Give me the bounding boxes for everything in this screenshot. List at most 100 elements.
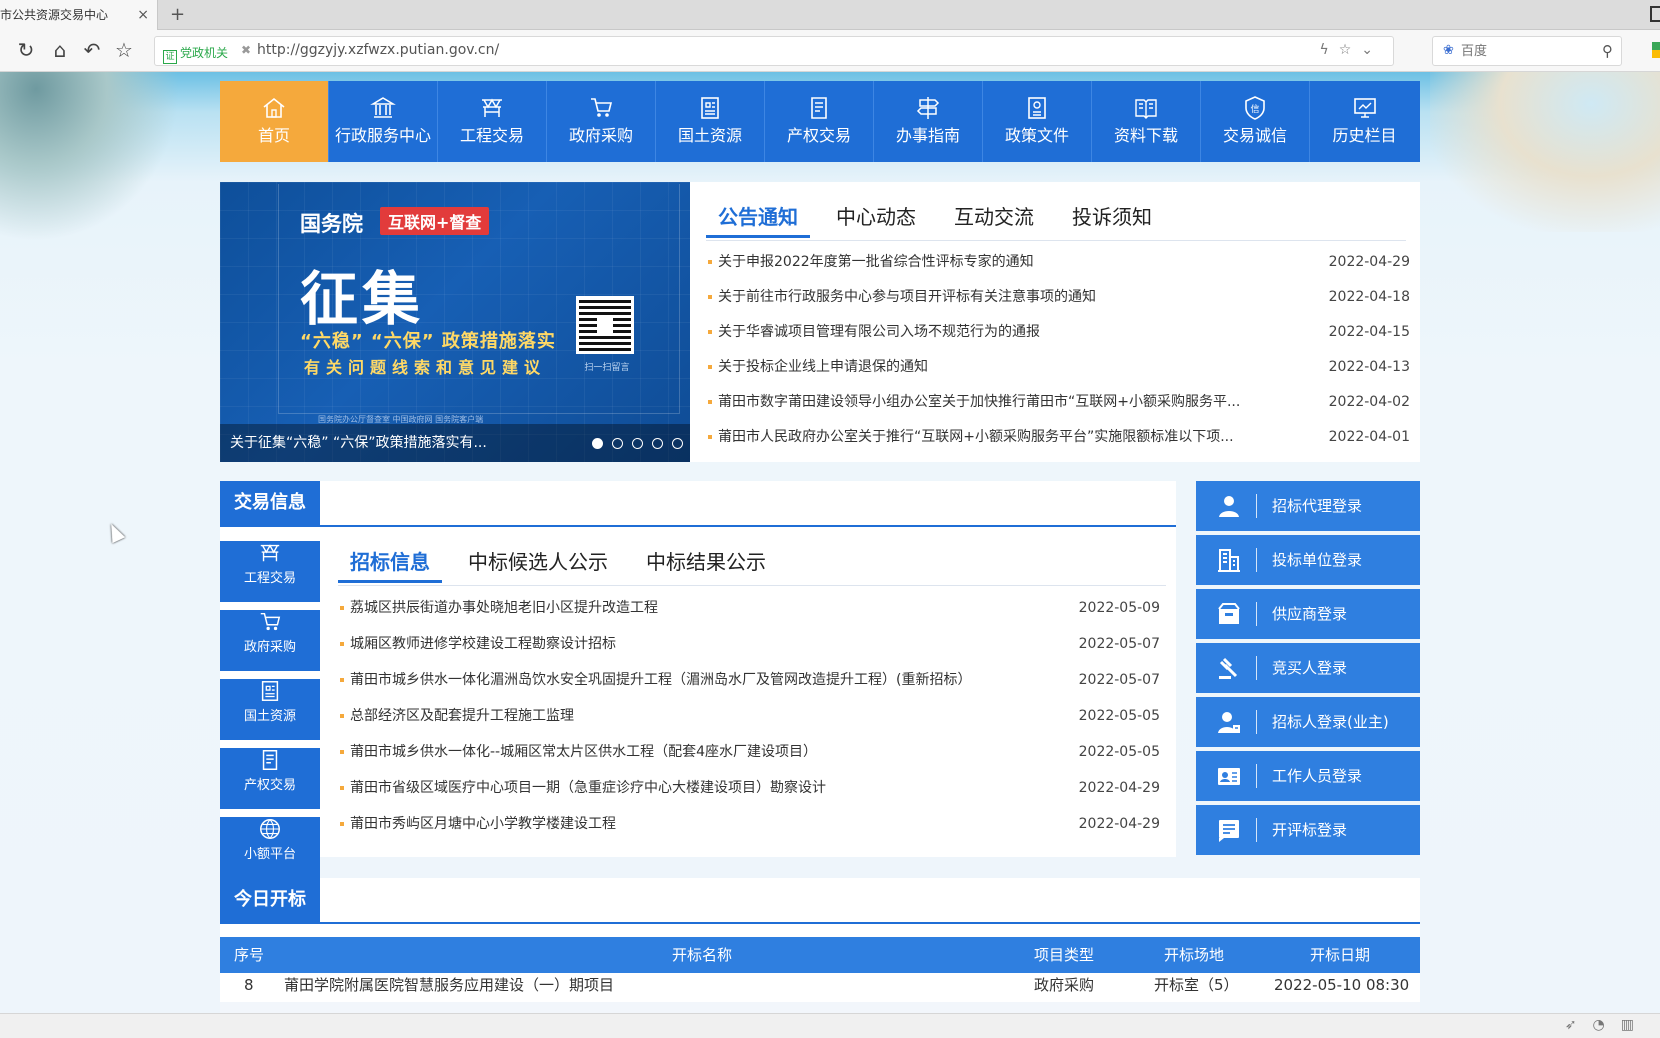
tab-notice-tabs-3[interactable]: 投诉须知: [1060, 196, 1164, 238]
item-title[interactable]: 莆田市省级区域医疗中心项目一期（急重症诊疗中心大楼建设项目）勘察设计: [350, 780, 826, 796]
list-item[interactable]: 莆田市人民政府办公室关于推行“互联网+小额采购服务平台”实施限额标准以下项...…: [708, 420, 1410, 455]
login-label: 投标单位登录: [1272, 551, 1363, 569]
home-nav-icon[interactable]: ⌂: [48, 38, 72, 62]
cell-name[interactable]: 莆田学院附属医院智慧服务应用建设（一）期项目: [284, 972, 614, 998]
tab-notice-tabs-1[interactable]: 中心动态: [824, 196, 928, 238]
search-icon[interactable]: ⚲: [1602, 42, 1613, 60]
agent-icon: [1219, 496, 1239, 517]
rocket-icon[interactable]: ➶: [1565, 1017, 1593, 1033]
staff-card-icon: [1218, 768, 1240, 785]
login-button-0[interactable]: 招标代理登录: [1196, 481, 1420, 531]
carousel-dot[interactable]: [652, 438, 663, 449]
list-item[interactable]: 关于华睿诚项目管理有限公司入场不规范行为的通报 2022-04-15: [708, 315, 1410, 350]
nav-item-9[interactable]: 信交易诚信: [1201, 81, 1310, 162]
item-title[interactable]: 莆田市城乡供水一体化--城厢区常太片区供水工程（配套4座水厂建设项目）: [350, 744, 817, 760]
carousel-dot[interactable]: [592, 438, 603, 449]
login-label: 供应商登录: [1272, 605, 1348, 623]
undo-icon[interactable]: ↶: [80, 38, 104, 62]
banner-org: 国务院: [300, 212, 363, 236]
favorite-icon[interactable]: ☆: [1339, 42, 1362, 58]
ad-block-icon[interactable]: ✖: [241, 43, 251, 57]
nav-item-8[interactable]: 资料下载: [1092, 81, 1201, 162]
browser-tab[interactable]: 市公共资源交易中心 ×: [0, 0, 158, 30]
item-title[interactable]: 莆田市人民政府办公室关于推行“互联网+小额采购服务平台”实施限额标准以下项...: [718, 429, 1234, 445]
list-item[interactable]: 荔城区拱辰街道办事处晓旭老旧小区提升改造工程 2022-05-09: [340, 590, 1160, 626]
tab-trade-tabs-1[interactable]: 中标候选人公示: [456, 541, 620, 583]
close-tab-icon[interactable]: ×: [137, 0, 149, 30]
search-input[interactable]: [1461, 42, 1591, 60]
refresh-icon[interactable]: ↻: [14, 38, 38, 62]
side-item-1[interactable]: 政府采购: [220, 610, 320, 671]
nav-item-4[interactable]: 国土资源: [656, 81, 765, 162]
carousel-dot[interactable]: [632, 438, 643, 449]
item-title[interactable]: 荔城区拱辰街道办事处晓旭老旧小区提升改造工程: [350, 600, 658, 616]
nav-item-5[interactable]: 产权交易: [765, 81, 874, 162]
item-title[interactable]: 关于前往市行政服务中心参与项目开评标有关注意事项的通知: [718, 289, 1096, 305]
carousel-dot[interactable]: [672, 438, 683, 449]
nav-label: 工程交易: [459, 126, 524, 145]
list-item[interactable]: 关于申报2022年度第一批省综合性评标专家的通知 2022-04-29: [708, 245, 1410, 280]
item-title[interactable]: 关于投标企业线上申请退保的通知: [718, 359, 928, 375]
monitor-icon: [1353, 98, 1376, 118]
new-tab-icon[interactable]: +: [170, 4, 185, 25]
tab-trade-tabs-2[interactable]: 中标结果公示: [634, 541, 778, 583]
list-item[interactable]: 莆田市数字莆田建设领导小组办公室关于加快推行莆田市“互联网+小额采购服务平...…: [708, 385, 1410, 420]
item-title[interactable]: 城厢区教师进修学校建设工程勘察设计招标: [350, 636, 616, 652]
bookmark-star-icon[interactable]: ☆: [112, 38, 136, 62]
search-box[interactable]: ❀ ⚲: [1432, 36, 1622, 66]
window-edge-icon[interactable]: [1650, 6, 1660, 22]
table-row[interactable]: [220, 1002, 1420, 1013]
list-item[interactable]: 关于投标企业线上申请退保的通知 2022-04-13: [708, 350, 1410, 385]
login-button-5[interactable]: 工作人员登录: [1196, 751, 1420, 801]
tab-trade-tabs-0[interactable]: 招标信息: [338, 541, 442, 583]
chevron-down-icon[interactable]: ⌄: [1361, 42, 1383, 58]
login-label: 招标人登录(业主): [1272, 713, 1389, 731]
nav-item-6[interactable]: 办事指南: [874, 81, 983, 162]
speed-icon[interactable]: ◔: [1593, 1017, 1621, 1033]
item-title[interactable]: 莆田市秀屿区月塘中心小学教学楼建设工程: [350, 816, 616, 832]
side-item-4[interactable]: 小额平台: [220, 817, 320, 878]
login-label: 竞买人登录: [1272, 659, 1348, 677]
nav-item-1[interactable]: 行政服务中心: [329, 81, 438, 162]
nav-item-7[interactable]: 政策文件: [983, 81, 1092, 162]
list-item[interactable]: 莆田市省级区域医疗中心项目一期（急重症诊疗中心大楼建设项目）勘察设计 2022-0…: [340, 770, 1160, 806]
tab-notice-tabs-0[interactable]: 公告通知: [706, 196, 810, 238]
col-header: 开标名称: [672, 946, 733, 964]
list-item[interactable]: 总部经济区及配套提升工程施工监理 2022-05-05: [340, 698, 1160, 734]
list-item[interactable]: 城厢区教师进修学校建设工程勘察设计招标 2022-05-07: [340, 626, 1160, 662]
banner-carousel[interactable]: 国务院 互联网+督查 征集 “六稳” “六保” 政策措施落实 有关问题线索和意见…: [220, 182, 690, 462]
login-button-2[interactable]: 供应商登录: [1196, 589, 1420, 639]
nav-item-10[interactable]: 历史栏目: [1310, 81, 1419, 162]
item-title[interactable]: 莆田市城乡供水一体化湄洲岛饮水安全巩固提升工程（湄洲岛水厂及管网改造提升工程）(…: [350, 672, 971, 688]
url-text[interactable]: http://ggzyjy.xzfwzx.putian.gov.cn/: [257, 42, 499, 58]
address-bar[interactable]: 证党政机关 ✖ http://ggzyjy.xzfwzx.putian.gov.…: [154, 36, 1394, 66]
table-row[interactable]: 8 莆田学院附属医院智慧服务应用建设（一）期项目 政府采购 开标室（5） 202…: [220, 972, 1420, 1002]
tab-notice-tabs-2[interactable]: 互动交流: [942, 196, 1046, 238]
item-title[interactable]: 关于申报2022年度第一批省综合性评标专家的通知: [718, 254, 1034, 270]
side-item-3[interactable]: 产权交易: [220, 748, 320, 809]
item-title[interactable]: 莆田市数字莆田建设领导小组办公室关于加快推行莆田市“互联网+小额采购服务平...: [718, 394, 1240, 410]
extension-icon[interactable]: [1652, 42, 1660, 58]
list-item[interactable]: 莆田市秀屿区月塘中心小学教学楼建设工程 2022-04-29: [340, 806, 1160, 842]
nav-item-0[interactable]: 首页: [220, 81, 329, 162]
side-item-0[interactable]: 工程交易: [220, 541, 320, 602]
nav-item-3[interactable]: 政府采购: [547, 81, 656, 162]
item-title[interactable]: 总部经济区及配套提升工程施工监理: [350, 708, 574, 724]
login-button-4[interactable]: 招标人登录(业主): [1196, 697, 1420, 747]
item-title[interactable]: 关于华睿诚项目管理有限公司入场不规范行为的通报: [718, 324, 1040, 340]
login-button-3[interactable]: 竞买人登录: [1196, 643, 1420, 693]
list-item[interactable]: 莆田市城乡供水一体化--城厢区常太片区供水工程（配套4座水厂建设项目） 2022-…: [340, 734, 1160, 770]
login-button-1[interactable]: 投标单位登录: [1196, 535, 1420, 585]
lightning-icon[interactable]: ϟ: [1319, 42, 1338, 58]
banner-tag: 互联网+督查: [380, 207, 490, 235]
list-item[interactable]: 关于前往市行政服务中心参与项目开评标有关注意事项的通知 2022-04-18: [708, 280, 1410, 315]
login-button-6[interactable]: 开评标登录: [1196, 805, 1420, 855]
secure-label[interactable]: 证党政机关: [163, 44, 228, 64]
list-item[interactable]: 莆田市城乡供水一体化湄洲岛饮水安全巩固提升工程（湄洲岛水厂及管网改造提升工程）(…: [340, 662, 1160, 698]
trash-icon[interactable]: ▥: [1621, 1017, 1650, 1033]
land-icon: [261, 681, 279, 701]
side-item-2[interactable]: 国土资源: [220, 679, 320, 740]
nav-item-2[interactable]: 工程交易: [438, 81, 547, 162]
carousel-dot[interactable]: [612, 438, 623, 449]
item-date: 2022-04-18: [1328, 289, 1410, 305]
